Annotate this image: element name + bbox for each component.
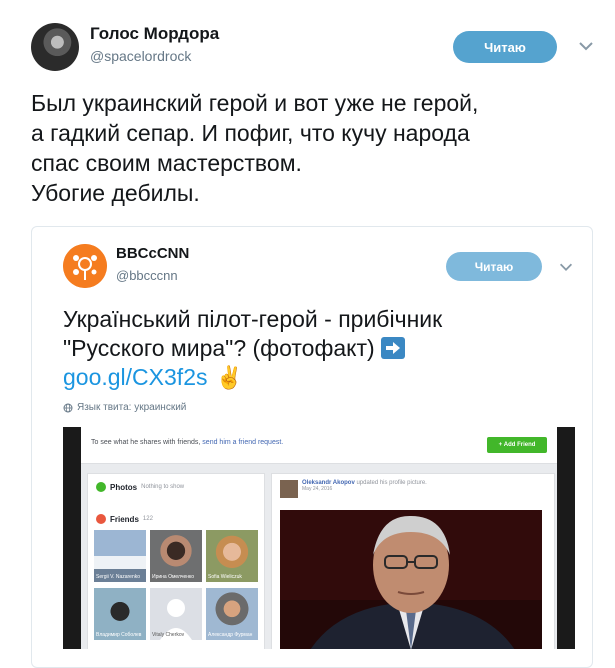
language-note: Язык твита: украинский	[63, 402, 186, 413]
post-action: updated his profile picture.	[356, 480, 427, 486]
friend-request-text: To see what he shares with friends, send…	[91, 439, 283, 446]
quoted-author-handle[interactable]: @bbcccnn	[116, 268, 178, 283]
quoted-tweet-text: Український пілот-герой - прибічник "Рус…	[63, 305, 563, 392]
language-note-text: Язык твита: украинский	[77, 402, 187, 413]
bar-text: To see what he shares with friends,	[91, 439, 201, 446]
photos-icon	[96, 482, 106, 492]
friends-label: Friends	[110, 514, 139, 524]
facebook-profile-screenshot: To see what he shares with friends, send…	[81, 427, 557, 649]
friend-thumb: Ирина Омелченко	[150, 530, 202, 582]
friend-name: Sergii V. Nazarenko	[96, 574, 141, 580]
profile-post: Oleksandr Akopov updated his profile pic…	[271, 473, 555, 649]
friend-request-bar: To see what he shares with friends, send…	[81, 427, 557, 464]
tweet-line: Убогие дебилы.	[31, 180, 200, 206]
tweet-text: Был украинский герой и вот уже не герой,…	[31, 88, 591, 208]
quoted-follow-button[interactable]: Читаю	[446, 252, 542, 281]
add-friend-label: Add Friend	[503, 442, 536, 448]
bar-link: send him a friend request.	[202, 439, 284, 446]
friend-thumb: Sergii V. Nazarenko	[94, 530, 146, 582]
friends-icon	[96, 514, 106, 524]
quoted-line: "Русского мира"? (фотофакт)	[63, 335, 375, 361]
author-avatar[interactable]	[31, 23, 79, 71]
man-portrait	[280, 510, 542, 649]
author-handle[interactable]: @spacelordrock	[90, 48, 191, 64]
profile-picture-photo	[280, 510, 542, 649]
quoted-author-avatar[interactable]	[63, 244, 107, 288]
tweet-line: а гадкий сепар. И пофиг, что кучу народа	[31, 120, 470, 146]
arrow-right-icon	[380, 337, 405, 359]
victory-hand-icon: ✌	[215, 365, 243, 390]
friend-thumb: Sofia Wieliczuk	[206, 530, 258, 582]
author-name[interactable]: Голос Мордора	[90, 24, 219, 44]
chevron-down-icon[interactable]	[576, 36, 596, 56]
tweet-line: Был украинский герой и вот уже не герой,	[31, 90, 479, 116]
quoted-line: Український пілот-герой - прибічник	[63, 306, 443, 332]
friend-thumb: Vitaly Cherkov	[150, 588, 202, 640]
friends-section: Friends 122	[96, 514, 153, 524]
globe-icon	[63, 403, 73, 412]
friend-thumb: Александр Фурман	[206, 588, 258, 640]
post-author-thumb	[280, 480, 298, 498]
follow-button[interactable]: Читаю	[453, 31, 557, 63]
friend-name: Ирина Омелченко	[152, 574, 195, 580]
friend-name: Александр Фурман	[208, 632, 253, 638]
post-header: Oleksandr Akopov updated his profile pic…	[280, 480, 427, 498]
photos-sub: Nothing to show	[141, 484, 185, 490]
photos-label: Photos	[110, 482, 138, 492]
friend-name: Sofia Wieliczuk	[208, 574, 242, 580]
friend-name: Владимир Соболев	[96, 632, 142, 638]
friend-name: Vitaly Cherkov	[152, 632, 185, 638]
chevron-down-icon[interactable]	[557, 258, 575, 276]
tweet-link[interactable]: goo.gl/CX3f2s	[63, 364, 207, 390]
profile-left-column: Photos Nothing to show Friends 122 Sergi…	[87, 473, 265, 649]
tweet-line: спас своим мастерством.	[31, 150, 302, 176]
add-friend-button: + Add Friend	[487, 437, 547, 453]
quoted-author-name[interactable]: BBCcCNN	[116, 245, 189, 262]
attached-image[interactable]: To see what he shares with friends, send…	[63, 427, 575, 649]
friend-thumb: Владимир Соболев	[94, 588, 146, 640]
friends-count: 122	[142, 516, 153, 522]
post-date: May 24, 2016	[302, 486, 333, 492]
photos-section: Photos Nothing to show	[96, 482, 184, 492]
